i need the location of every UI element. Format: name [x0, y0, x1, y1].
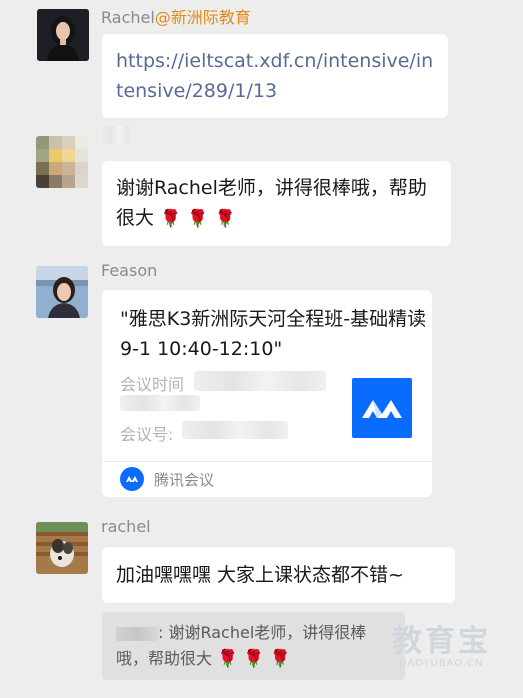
sender-name: Feason [101, 261, 158, 280]
woman-portrait-avatar-icon [37, 9, 89, 61]
rose-emoji: 🌹 [243, 649, 265, 669]
blurred-avatar-icon [36, 136, 88, 188]
meeting-card[interactable]: "雅思K3新洲际天河全程班-基础精读9-1 10:40-12:10" 会议时间 … [102, 290, 432, 497]
rose-emoji: 🌹 [214, 209, 236, 229]
message-text: 加油嘿嘿嘿 大家上课状态都不错~ [116, 564, 404, 586]
tencent-meeting-icon [120, 467, 144, 491]
card-footer: 腾讯会议 [120, 467, 214, 491]
meeting-app-name: 腾讯会议 [154, 470, 215, 489]
sender-name: Rachel@新洲际教育 [101, 8, 251, 27]
meeting-time-blurred [120, 395, 200, 411]
meeting-id-blurred [182, 421, 288, 439]
rose-emoji: 🌹 [160, 209, 182, 229]
rose-emoji: 🌹 [187, 209, 209, 229]
woman-portrait-avatar-icon [36, 266, 88, 318]
watermark: 教育宝 JIAOYUBAO.CN [392, 616, 491, 669]
card-divider [102, 461, 432, 462]
meeting-title: "雅思K3新洲际天河全程班-基础精读9-1 10:40-12:10" [120, 308, 427, 360]
watermark-main: 教育宝 [392, 624, 491, 659]
text-message-bubble[interactable]: 加油嘿嘿嘿 大家上课状态都不错~ [102, 547, 455, 603]
watermark-sub: JIAOYUBAO.CN [399, 658, 484, 669]
rose-emoji: 🌹 [269, 649, 291, 669]
text-message-bubble[interactable]: 谢谢Rachel老师，讲得很棒哦，帮助很大 🌹 🌹 🌹 [102, 161, 451, 246]
meeting-id-label: 会议号: [120, 425, 174, 444]
dog-photo-avatar-icon [36, 522, 88, 574]
meeting-time-blurred [194, 371, 326, 391]
rose-emoji: 🌹 [217, 649, 239, 669]
message-link[interactable]: https://ieltscat.xdf.cn/intensive/intens… [116, 50, 433, 102]
tencent-meeting-logo-icon [352, 378, 412, 438]
avatar[interactable] [36, 136, 88, 188]
quoted-sender-blurred [116, 626, 158, 641]
sender-name-blurred [100, 126, 134, 144]
link-message-bubble[interactable]: https://ieltscat.xdf.cn/intensive/intens… [102, 34, 448, 118]
avatar[interactable] [36, 522, 88, 574]
avatar[interactable] [37, 9, 89, 61]
quoted-message[interactable]: : 谢谢Rachel老师，讲得很棒哦，帮助很大 🌹 🌹 🌹 [102, 612, 405, 680]
meeting-time-label: 会议时间 [120, 375, 185, 394]
sender-name: rachel [101, 517, 151, 536]
avatar[interactable] [36, 266, 88, 318]
sender-org: @新洲际教育 [154, 8, 251, 27]
